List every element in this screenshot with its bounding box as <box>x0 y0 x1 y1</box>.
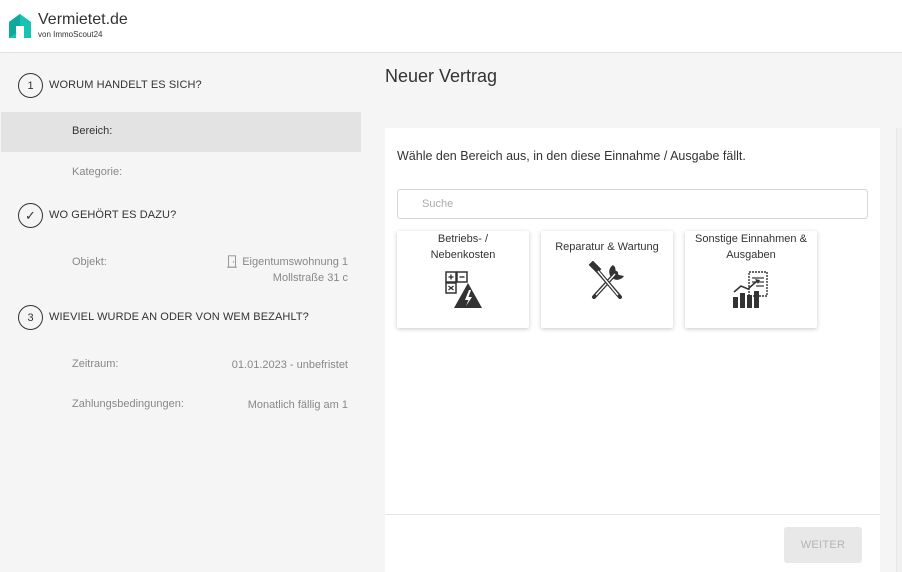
instruction-text: Wähle den Bereich aus, in den diese Einn… <box>397 149 746 163</box>
scrollbar-track[interactable] <box>896 128 902 572</box>
objekt-name: Eigentumswohnung 1 <box>242 256 348 268</box>
tile-betriebs-nebenkosten[interactable]: Betriebs- / Nebenkosten <box>397 231 529 328</box>
kategorie-label: Kategorie: <box>72 166 123 178</box>
bereich-label: Bereich: <box>72 125 113 137</box>
step-2[interactable]: ✓ <box>18 203 43 228</box>
finance-chart-icon <box>733 271 768 308</box>
tile-reparatur-wartung[interactable]: Reparatur & Wartung <box>541 231 673 328</box>
tile-label-line1: Reparatur & Wartung <box>555 241 659 253</box>
house-logo-icon <box>9 13 31 38</box>
search-input[interactable] <box>397 189 868 219</box>
objekt-address: Mollstraße 31 c <box>272 272 348 284</box>
objekt-value: Eigentumswohnung 1 Mollstraße 31 c <box>242 254 348 286</box>
brand-subtitle: von ImmoScout24 <box>38 30 103 39</box>
utilities-icon <box>445 271 482 308</box>
step-1-number: 1 <box>18 73 43 98</box>
zeitraum-value: 01.01.2023 - unbefristet <box>231 359 348 371</box>
zahlungsbedingungen-label: Zahlungsbedingungen: <box>72 398 184 410</box>
tile-label-line2: Ausgaben <box>726 249 776 261</box>
door-icon <box>227 255 237 268</box>
objekt-label: Objekt: <box>72 256 107 268</box>
tile-sonstige-einnahmen-ausgaben[interactable]: Sonstige Einnahmen & Ausgaben <box>685 231 817 328</box>
tile-label-line1: Sonstige Einnahmen & <box>695 233 807 245</box>
sidebar-item-bereich[interactable] <box>1 112 361 152</box>
page-title: Neuer Vertrag <box>385 66 498 86</box>
top-bar: Vermietet.de von ImmoScout24 <box>0 0 902 53</box>
tools-icon <box>588 261 624 299</box>
step-1-title: WORUM HANDELT ES SICH? <box>49 79 202 91</box>
step-3-number: 3 <box>18 305 43 330</box>
step-2-title: WO GEHÖRT ES DAZU? <box>49 209 177 221</box>
category-selection-card: Wähle den Bereich aus, in den diese Einn… <box>385 128 880 572</box>
next-button[interactable]: WEITER <box>784 527 862 563</box>
step-3-title: WIEVIEL WURDE AN ODER VON WEM BEZAHLT? <box>49 311 309 323</box>
step-1[interactable]: 1 <box>18 73 43 98</box>
checkmark-icon: ✓ <box>18 203 43 228</box>
step-3[interactable]: 3 <box>18 305 43 330</box>
brand-logo[interactable]: Vermietet.de von ImmoScout24 <box>7 11 128 40</box>
tile-label-line2: Nebenkosten <box>430 249 496 261</box>
tile-label-line1: Betriebs- / <box>437 233 489 245</box>
zahlungsbedingungen-value: Monatlich fällig am 1 <box>247 399 348 411</box>
brand-title: Vermietet.de <box>38 11 128 28</box>
steps-sidebar: 1 WORUM HANDELT ES SICH? Bereich: Katego… <box>0 53 362 572</box>
zeitraum-label: Zeitraum: <box>72 358 119 370</box>
card-footer-divider <box>385 514 880 515</box>
